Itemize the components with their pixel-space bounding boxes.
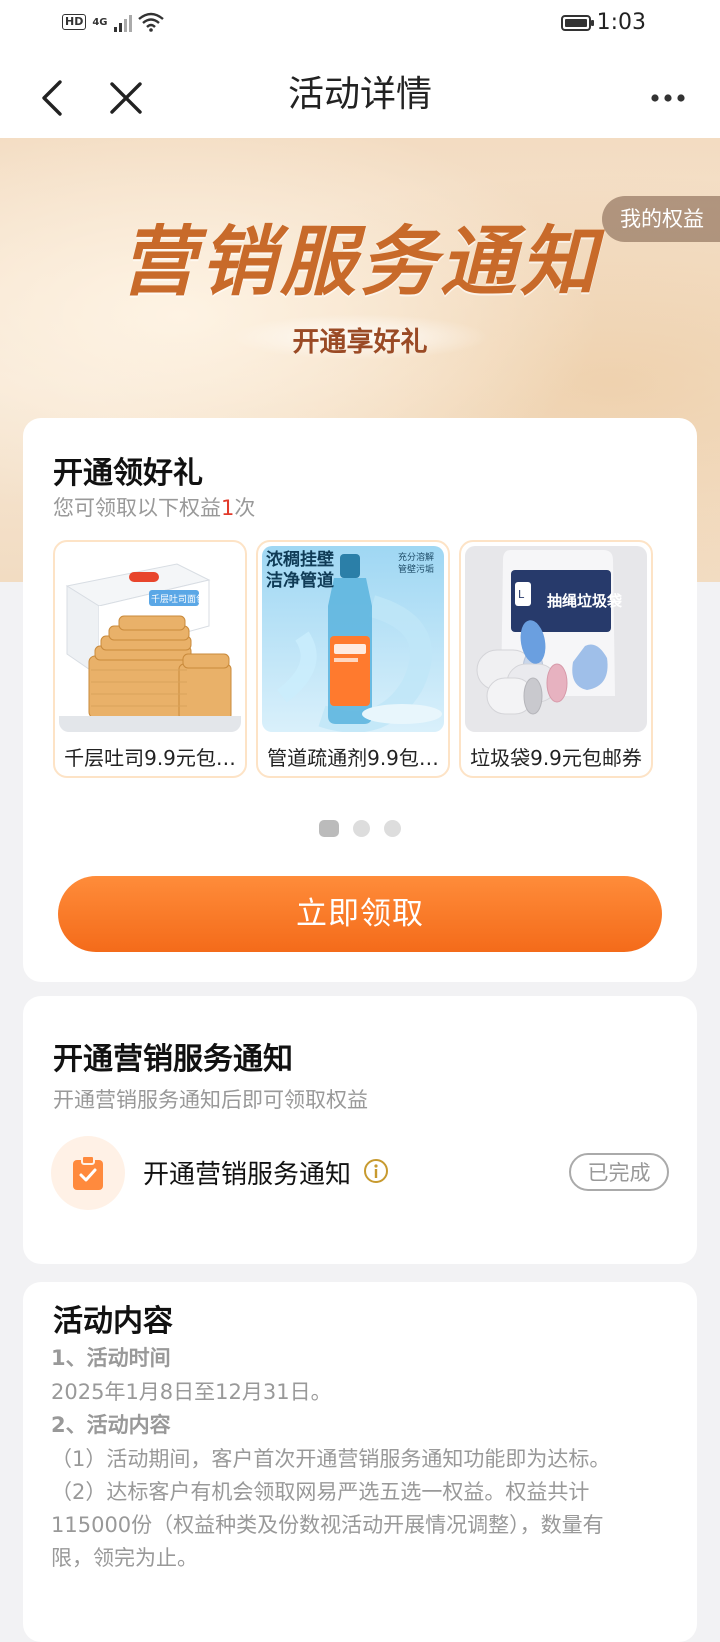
more-dots-icon [651,94,685,102]
gift-name: 垃圾袋9.9元包邮券 [470,746,642,770]
gift-name: 千层吐司9.9元包… [64,746,236,770]
clock: 1:03 [596,10,646,35]
subtitle-suffix: 次 [234,496,256,520]
nav-header: 活动详情 [0,50,720,138]
gift-card-subtitle: 您可领取以下权益1次 [53,492,255,522]
content-line: 2、活动内容 [51,1413,171,1437]
gift-name: 管道疏通剂9.9包… [267,746,439,770]
task-label: 开通营销服务通知 [143,1160,352,1190]
network-type: 4G [92,16,108,28]
notify-card-title: 开通营销服务通知 [53,1042,293,1077]
claim-now-button[interactable]: 立即领取 [58,876,662,952]
wifi-icon [137,12,164,32]
content-line: （2）达标客户有机会领取网易严选五选一权益。权益共计 [51,1480,590,1504]
content-line: 2025年1月8日至12月31日。 [51,1380,332,1404]
drain-image-sidetext: 充分溶解 管壁污垢 [398,553,435,575]
svg-text:L: L [518,588,525,601]
page-dot [384,820,401,837]
status-badge: 已完成 [569,1153,669,1191]
toast-bread-image: 千层吐司面包 [59,546,241,732]
page-title: 活动详情 [287,74,432,115]
gift-item[interactable]: L 抽绳垃圾袋 垃圾袋9.9元包邮券 [459,540,653,778]
subtitle-prefix: 您可领取以下权益 [53,496,221,520]
more-button[interactable] [640,70,696,126]
page-indicator [23,820,697,837]
my-rights-button[interactable]: 我的权益 [602,196,720,242]
gift-item[interactable]: 浓稠挂壁 洁净管道 充分溶解 管壁污垢 管道疏通剂9.9包… [256,540,450,778]
content-line: 限，领完为止。 [51,1546,198,1570]
task-icon-wrap [51,1136,125,1210]
drain-cleaner-image: 浓稠挂壁 洁净管道 充分溶解 管壁污垢 [262,546,444,732]
status-right: 1:03 [560,10,646,35]
status-left: HD 4G [62,12,164,32]
status-bar: HD 4G 1:03 [0,0,720,50]
notify-card-subtitle: 开通营销服务通知后即可领取权益 [53,1088,368,1112]
gift-card: 开通领好礼 您可领取以下权益1次 千层吐司面包 千层吐司9.9元包… 浓稠挂壁 … [23,418,697,982]
gift-item[interactable]: 千层吐司面包 千层吐司9.9元包… [53,540,247,778]
content-line: 115000份（权益种类及份数视活动开展情况调整），数量有 [51,1513,604,1537]
trash-bag-image: L 抽绳垃圾袋 [465,546,647,732]
subtitle-count: 1 [221,496,235,520]
hd-badge: HD [62,14,87,30]
notify-card: 开通营销服务通知 开通营销服务通知后即可领取权益 开通营销服务通知 已完成 [23,996,697,1264]
content-card-title: 活动内容 [53,1304,173,1339]
page-dot-active [319,820,339,837]
info-icon[interactable] [363,1158,389,1184]
page-dot [353,820,370,837]
content-line: （1）活动期间，客户首次开通营销服务通知功能即为达标。 [51,1447,611,1471]
battery-icon [560,14,594,31]
box-print-text: 千层吐司面包 [151,593,205,605]
gift-card-title: 开通领好礼 [53,456,203,491]
drain-image-headline: 浓稠挂壁 洁净管道 [266,550,334,591]
gift-carousel[interactable]: 千层吐司面包 千层吐司9.9元包… 浓稠挂壁 洁净管道 充分溶解 管壁污垢 管道… [53,540,653,778]
task-row: 开通营销服务通知 已完成 [51,1136,669,1212]
banner-subtitle: 开通享好礼 [292,327,428,358]
activity-content-card: 活动内容 1、活动时间 2025年1月8日至12月31日。 2、活动内容 （1）… [23,1282,697,1642]
clipboard-check-icon [73,1155,103,1190]
trash-bag-image-label: 抽绳垃圾袋 [547,592,623,610]
signal-icon [113,12,132,32]
content-line: 1、活动时间 [51,1346,171,1370]
